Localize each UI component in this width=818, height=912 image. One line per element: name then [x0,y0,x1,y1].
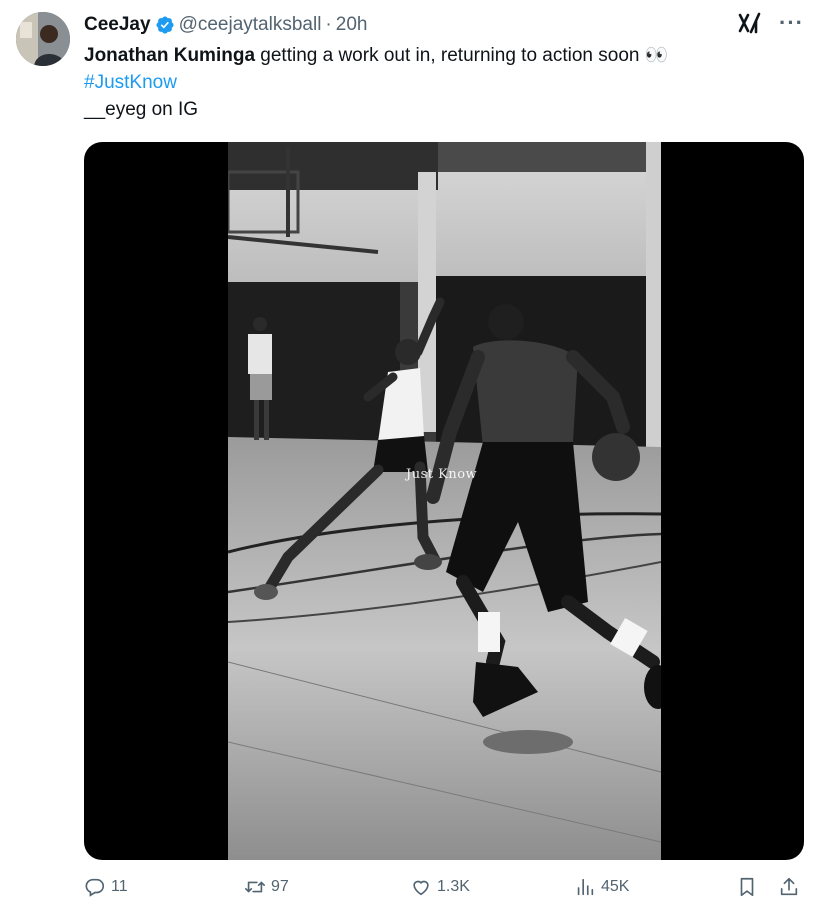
heart-icon [413,880,429,896]
reply-count: 11 [111,878,128,895]
reply-icon [85,878,105,897]
separator-dot: · [325,14,332,35]
display-name[interactable]: CeeJay [84,14,151,36]
video-watermark: Just Know [406,467,478,482]
like-button[interactable]: 1.3K [410,876,470,898]
grok-icon[interactable] [737,10,763,36]
tweet-credit: __eyeg on IG [84,99,199,120]
retweet-count: 97 [271,878,289,895]
tweet-top-actions: ··· [737,10,804,36]
more-icon[interactable]: ··· [779,12,804,34]
views-count: 45K [601,878,630,895]
video-still-image [228,142,661,860]
views-button[interactable]: 45K [574,876,629,898]
action-bar: 11 97 1.3K 45K [84,876,804,906]
views-icon [577,878,594,896]
video-player[interactable]: Just Know [84,142,804,860]
handle[interactable]: @ceejaytalksball [179,14,322,36]
tweet-body: Jonathan Kuminga getting a work out in, … [84,42,804,69]
timestamp[interactable]: 20h [336,14,368,36]
bookmark-icon [740,877,754,897]
share-icon [780,877,798,896]
verified-badge-icon [156,16,174,34]
bookmark-button[interactable] [736,876,758,898]
like-count: 1.3K [437,878,470,895]
avatar[interactable] [16,12,70,66]
tweet: CeeJay @ceejaytalksball · 20h ··· Jonath… [0,0,818,912]
share-button[interactable] [778,876,800,898]
tweet-header: CeeJay @ceejaytalksball · 20h [84,12,367,38]
tweet-main-text: getting a work out in, returning to acti… [255,45,669,66]
video-frame: Just Know [228,142,661,860]
tweet-bold-text: Jonathan Kuminga [84,45,256,66]
reply-button[interactable]: 11 [84,876,128,898]
tweet-text: Jonathan Kuminga getting a work out in, … [84,42,804,123]
retweet-icon [245,881,265,893]
hashtag-link[interactable]: #JustKnow [84,69,804,96]
retweet-button[interactable]: 97 [244,876,289,898]
